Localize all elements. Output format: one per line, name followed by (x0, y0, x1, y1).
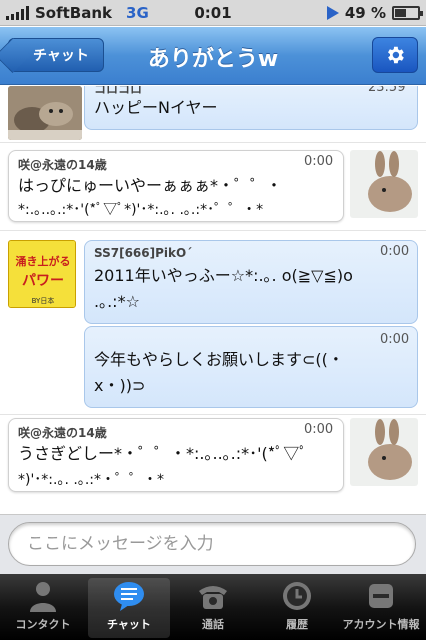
settings-button[interactable] (372, 37, 418, 73)
message-time: 0:00 (304, 422, 334, 437)
navigation-bar: チャット ありがとうw (0, 27, 426, 85)
avatar (8, 86, 82, 140)
sender-name: SS7[666]PikO´ (94, 246, 193, 260)
sender-name: 咲@永遠の14歳 (18, 158, 107, 172)
tab-label: 履歴 (286, 618, 308, 631)
message-item: コロコロ 23:59 ハッピーNイヤー (0, 86, 426, 146)
message-time: 0:00 (380, 332, 410, 347)
location-icon (326, 6, 339, 20)
account-icon (361, 578, 401, 614)
chat-bubble-icon (109, 578, 149, 614)
tab-label: コンタクト (15, 618, 71, 631)
person-icon (23, 578, 63, 614)
message-line: .｡.:*☆ (94, 292, 140, 311)
svg-text:BY日本: BY日本 (32, 296, 55, 305)
tab-chat[interactable]: チャット (88, 578, 170, 638)
tab-label: 通話 (202, 618, 224, 631)
message-line: 2011年いやっふー☆*:.｡. o(≧▽≦)o (94, 266, 353, 285)
phone-icon (193, 578, 233, 614)
message-line: *:.｡..｡.:*･'(*ﾟ▽ﾟ*)'･*:.｡. .｡.:*･゜゜・* (18, 202, 264, 218)
avatar: 涌き上がる パワー BY日本 (8, 240, 76, 308)
gear-icon (388, 46, 404, 64)
battery-icon (392, 6, 423, 20)
tab-bar: コンタクト チャット 通話 履歴 アカウント情報 (0, 574, 426, 640)
status-bar: SoftBank 3G 0:01 49 % (0, 0, 426, 26)
message-line: 今年もやらしくお願いします⊂((・ (94, 350, 344, 369)
message-item: 咲@永遠の14歳 0:00 うさぎどしー*・゜゜・*:.｡..｡.:*･'(*ﾟ… (0, 416, 426, 500)
message-item: 0:00 今年もやらしくお願いします⊂((・ x・))⊃ (0, 326, 426, 410)
divider (0, 142, 426, 143)
divider (0, 230, 426, 231)
message-item: 咲@永遠の14歳 0:00 はっぴにゅーいやーぁぁぁ*・゜゜・ *:.｡..｡.… (0, 148, 426, 222)
divider (0, 414, 426, 415)
message-line: ハッピーNイヤー (94, 98, 218, 117)
message-line: *)'･*:.｡. .｡.:*・゜゜・* (18, 472, 164, 488)
tab-contacts[interactable]: コンタクト (2, 578, 84, 638)
message-time: 23:59 (368, 86, 406, 95)
message-item: 涌き上がる パワー BY日本 SS7[666]PikO´ 0:00 2011年い… (0, 238, 426, 324)
clock-icon (277, 578, 317, 614)
battery-percent: 49 % (344, 4, 386, 22)
message-time: 0:00 (380, 244, 410, 259)
chat-transcript[interactable]: コロコロ 23:59 ハッピーNイヤー 咲@永遠の14歳 0:00 はっぴにゅー… (0, 86, 426, 514)
tab-account[interactable]: アカウント情報 (340, 578, 422, 638)
svg-text:パワー: パワー (22, 273, 64, 289)
tab-history[interactable]: 履歴 (256, 578, 338, 638)
tab-calls[interactable]: 通話 (172, 578, 254, 638)
avatar (350, 418, 418, 486)
tab-label: アカウント情報 (342, 618, 420, 631)
message-line: うさぎどしー*・゜゜・*:.｡..｡.:*･'(*ﾟ▽ﾟ (18, 444, 308, 463)
message-line: x・))⊃ (94, 376, 146, 395)
message-time: 0:00 (304, 154, 334, 169)
sender-name: 咲@永遠の14歳 (18, 426, 107, 440)
message-input[interactable]: ここにメッセージを入力 (8, 522, 416, 566)
tab-label: チャット (107, 618, 151, 631)
page-title: ありがとうw (147, 47, 279, 72)
svg-text:涌き上がる: 涌き上がる (16, 254, 71, 268)
avatar (350, 150, 418, 218)
message-compose-bar: ここにメッセージを入力 (0, 514, 426, 574)
